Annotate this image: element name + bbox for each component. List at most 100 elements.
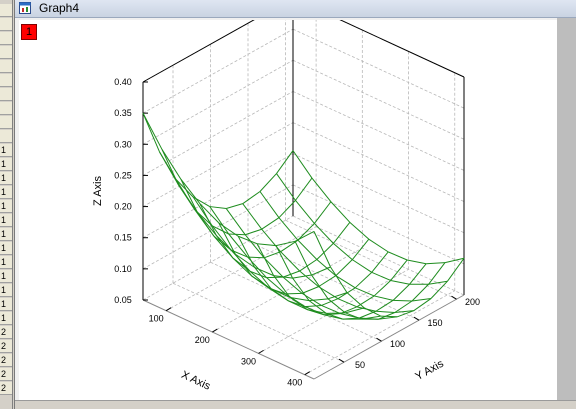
mesh-segment — [226, 203, 243, 210]
worksheet-row-header — [0, 74, 12, 87]
vertical-scrollbar[interactable] — [557, 18, 576, 401]
mesh-segment — [316, 259, 337, 277]
grid-line — [292, 28, 465, 109]
mesh-segment — [278, 217, 299, 241]
worksheet-row-header — [0, 116, 12, 129]
mesh-segment — [297, 239, 318, 260]
grid-line — [292, 59, 465, 140]
worksheet-row-header — [0, 18, 12, 31]
mesh-segment — [242, 191, 261, 205]
mesh-segment — [237, 235, 256, 268]
worksheet-row-header: 1 — [0, 284, 12, 297]
y-tick — [451, 295, 457, 300]
mesh-segment — [316, 243, 334, 260]
mesh-segment — [390, 259, 408, 281]
z-tick-label: 0.40 — [114, 77, 132, 87]
mesh-segment — [332, 222, 351, 244]
mesh-segment — [351, 238, 370, 260]
grid-line — [292, 153, 465, 234]
mesh-segment — [371, 251, 389, 273]
worksheet-row-header: 1 — [0, 186, 12, 199]
z-tick-label: 0.10 — [114, 264, 132, 274]
grid-line — [142, 153, 294, 239]
worksheet-row-header: 1 — [0, 242, 12, 255]
worksheet-row-header: 1 — [0, 228, 12, 241]
worksheet-row-header — [0, 32, 12, 45]
mesh-segment — [428, 262, 446, 285]
mesh-segment — [371, 271, 391, 281]
y-tick-label: 50 — [355, 360, 365, 370]
surface-plot: 0.05 0.10 0.15 0.20 0.25 0.30 0.35 0.40 100 200 30… — [92, 20, 480, 393]
mesh-segment — [257, 243, 277, 247]
z-tick-label: 0.15 — [114, 233, 132, 243]
graph-window-icon — [19, 2, 31, 14]
worksheet-row-header: 1 — [0, 214, 12, 227]
worksheet-row-header: 1 — [0, 298, 12, 311]
title-bar[interactable]: Graph4 — [15, 0, 576, 18]
mesh-segment — [161, 149, 179, 186]
mesh-segment — [374, 295, 394, 301]
mesh-segment — [393, 299, 413, 302]
worksheet-row-header — [0, 130, 12, 143]
mesh-segment — [282, 276, 303, 294]
mesh-segment — [197, 212, 217, 236]
worksheet-row-header: 2 — [0, 354, 12, 367]
y-tick-label: 150 — [427, 318, 442, 328]
mesh-segment — [313, 201, 332, 224]
mesh-segment — [326, 312, 346, 314]
graph-page[interactable]: 1 0.05 0.10 0.15 0.20 0.25 0.30 0.35 0.40 100 200… — [19, 20, 557, 400]
mesh-segment — [333, 243, 353, 261]
mesh-segment — [375, 310, 395, 314]
window-bottom-edge — [15, 400, 576, 409]
mesh-segment — [407, 259, 427, 265]
worksheet-row-header: 1 — [0, 144, 12, 157]
worksheet-row-header: 2 — [0, 368, 12, 381]
grid-line — [339, 20, 465, 78]
mesh-segment — [209, 206, 230, 235]
mesh-segment — [295, 177, 313, 201]
mesh-segment — [297, 223, 315, 241]
mesh-segment — [311, 266, 331, 276]
worksheet-row-header: 1 — [0, 200, 12, 213]
mesh-segment — [232, 257, 253, 277]
mesh-segment — [215, 235, 234, 259]
grid-line — [142, 122, 294, 207]
worksheet-row-header: 2 — [0, 326, 12, 339]
mesh-segment — [311, 274, 329, 300]
z-axis-title: Z Axis — [92, 176, 104, 206]
grid-line — [292, 184, 465, 265]
wireframe-mesh — [142, 112, 465, 320]
x-axis-title: X Axis — [179, 369, 212, 393]
worksheet-row-header — [0, 60, 12, 73]
mesh-segment — [292, 150, 313, 179]
worksheet-row-strip: 111111111111122222 — [0, 0, 13, 409]
grid-line — [285, 219, 457, 300]
mesh-segment — [356, 295, 375, 308]
mesh-segment — [259, 191, 280, 218]
grid-line — [142, 28, 294, 114]
window-title: Graph4 — [39, 1, 80, 15]
worksheet-row-header: 1 — [0, 312, 12, 325]
x-tick-label: 400 — [287, 378, 302, 388]
mesh-segment — [388, 251, 408, 261]
mesh-segment — [392, 283, 410, 301]
mesh-segment — [426, 262, 446, 265]
mesh-segment — [373, 280, 391, 297]
y-tick-label: 100 — [390, 339, 405, 349]
grid-line — [212, 247, 363, 333]
z-tick-label: 0.20 — [114, 202, 132, 212]
z-tick-label: 0.30 — [114, 139, 132, 149]
y-tick-label: 200 — [465, 297, 480, 307]
y-tick — [413, 316, 420, 321]
grid-line — [142, 59, 294, 145]
mesh-segment — [380, 315, 398, 318]
mesh-segment — [180, 179, 198, 213]
worksheet-row-header: 1 — [0, 172, 12, 185]
y-tick — [338, 358, 345, 363]
worksheet-row-header: 1 — [0, 270, 12, 283]
worksheet-row-header — [0, 88, 12, 101]
mesh-segment — [228, 233, 246, 236]
mesh-segment — [346, 292, 365, 309]
mesh-segment — [285, 292, 303, 295]
x-tick-label: 200 — [195, 335, 210, 345]
